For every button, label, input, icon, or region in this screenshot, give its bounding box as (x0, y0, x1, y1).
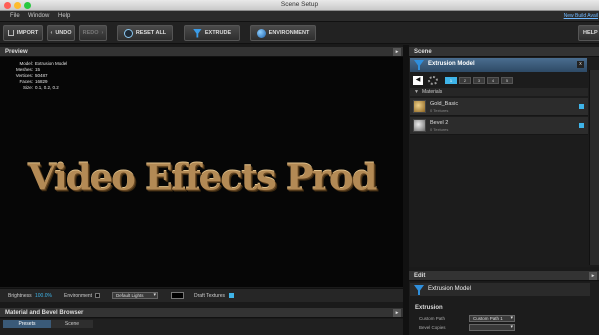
redo-button[interactable]: REDO › (79, 25, 107, 41)
extrusion-model-icon (414, 285, 424, 295)
material-visible-checkbox[interactable] (579, 104, 584, 109)
tab-presets[interactable]: Presets (3, 320, 51, 328)
preview-statusbar: Brightness 100.0% Environment Default Li… (0, 288, 403, 302)
extrusion-section-title: Extrusion (415, 305, 443, 311)
material-texture-count: 0 Textures (430, 108, 449, 113)
undo-arrow-icon: ‹ (50, 30, 53, 36)
edit-panel-header: Edit ▸ (409, 271, 599, 281)
environment-label: Environment (64, 293, 93, 299)
toolbar: IMPORT ‹ UNDO REDO › RESET ALL EXTRUDE E… (0, 22, 599, 44)
materials-label: Materials (422, 89, 443, 95)
preview-viewport[interactable]: Model: Meshes: Vertices: Faces: Size: Ex… (0, 57, 403, 287)
reset-all-button[interactable]: RESET ALL (117, 25, 173, 41)
material-item[interactable]: Gold_Basic 0 Textures (410, 98, 588, 116)
extrude-button[interactable]: EXTRUDE (184, 25, 240, 41)
custom-path-label: Custom Path (419, 316, 446, 321)
brightness-value[interactable]: 100.0% (35, 293, 52, 299)
preview-collapse-icon[interactable]: ▸ (393, 48, 401, 56)
draft-textures-checkbox[interactable] (229, 293, 234, 298)
materials-section-header[interactable]: ▼ Materials (410, 88, 588, 96)
material-name: Gold_Basic (430, 101, 459, 107)
brightness-label: Brightness (8, 293, 32, 299)
material-name: Bevel 2 (430, 120, 449, 126)
undo-button[interactable]: ‹ UNDO (47, 25, 75, 41)
edit-collapse-icon[interactable]: ▸ (589, 272, 597, 280)
custom-path-dropdown[interactable]: Custom Path 1 (469, 315, 515, 322)
light-color-swatch[interactable] (171, 292, 184, 299)
extrusion-model-icon (414, 60, 424, 70)
bevel-copies-label: Bevel Copies (419, 325, 446, 330)
tab-number-3[interactable]: 3 (473, 77, 485, 84)
scene-model-close-icon[interactable]: x (577, 61, 584, 68)
stat-value-size: 0.1, 0.2, 0.2 (35, 85, 59, 90)
material-item[interactable]: Bevel 2 0 Textures (410, 117, 588, 135)
edit-model-row[interactable]: Extrusion Model (410, 283, 590, 296)
lights-dropdown[interactable]: Default Lights (112, 292, 158, 299)
material-browser-collapse-icon[interactable]: ▸ (393, 309, 401, 317)
edit-panel: Extrusion Model Extrusion Custom Path Cu… (409, 282, 599, 335)
tab-number-4[interactable]: 4 (487, 77, 499, 84)
menu-window[interactable]: Window (28, 13, 49, 19)
menu-file[interactable]: File (10, 13, 20, 19)
import-button[interactable]: IMPORT (3, 25, 43, 41)
edit-title: Edit (414, 273, 426, 279)
stat-label-size: Size: (22, 85, 33, 90)
tab-number-5[interactable]: 5 (501, 77, 513, 84)
scene-scrollbar[interactable] (589, 70, 599, 265)
globe-icon (256, 28, 266, 38)
menu-help[interactable]: Help (58, 13, 70, 19)
import-icon (7, 30, 14, 36)
scene-title: Scene (414, 49, 432, 55)
gear-icon[interactable] (428, 76, 438, 85)
scene-model-row[interactable]: Extrusion Model x (410, 58, 587, 72)
tab-number-1[interactable]: 1 (445, 77, 457, 84)
reset-icon (123, 28, 133, 38)
material-visible-checkbox[interactable] (579, 123, 584, 128)
extruded-3d-text: Video Effects Prod (27, 156, 378, 198)
edit-model-name: Extrusion Model (428, 286, 472, 292)
material-texture-count: 0 Textures (430, 127, 449, 132)
chevron-down-icon: ▼ (414, 89, 419, 95)
tab-scene[interactable]: Scene (51, 320, 93, 328)
menubar: File Window Help New Build Avail (0, 11, 599, 22)
preview-title: Preview (5, 49, 28, 55)
gold-material-thumbnail (413, 100, 426, 113)
tab-number-2[interactable]: 2 (459, 77, 471, 84)
extrude-funnel-icon (192, 28, 202, 38)
bevel-copies-dropdown[interactable] (469, 324, 515, 331)
new-build-link[interactable]: New Build Avail (564, 13, 598, 19)
environment-button[interactable]: ENVIRONMENT (250, 25, 316, 41)
draft-textures-label: Draft Textures (194, 293, 226, 299)
window-title: Scene Setup (280, 1, 319, 8)
bevel-material-thumbnail (413, 119, 426, 132)
redo-arrow-icon: › (101, 30, 104, 36)
window-titlebar: Scene Setup (0, 0, 599, 11)
environment-checkbox[interactable] (95, 293, 100, 298)
material-browser-header: Material and Bevel Browser ▸ (0, 308, 403, 318)
material-browser-tabs: Presets Scene (0, 319, 403, 335)
scene-panel-header: Scene (409, 47, 599, 57)
preview-panel-header: Preview ▸ (0, 47, 403, 57)
help-button[interactable]: HELP (578, 25, 599, 41)
material-browser-title: Material and Bevel Browser (5, 310, 84, 316)
scene-model-name: Extrusion Model (428, 61, 475, 67)
play-icon[interactable]: ◀ (413, 76, 423, 85)
